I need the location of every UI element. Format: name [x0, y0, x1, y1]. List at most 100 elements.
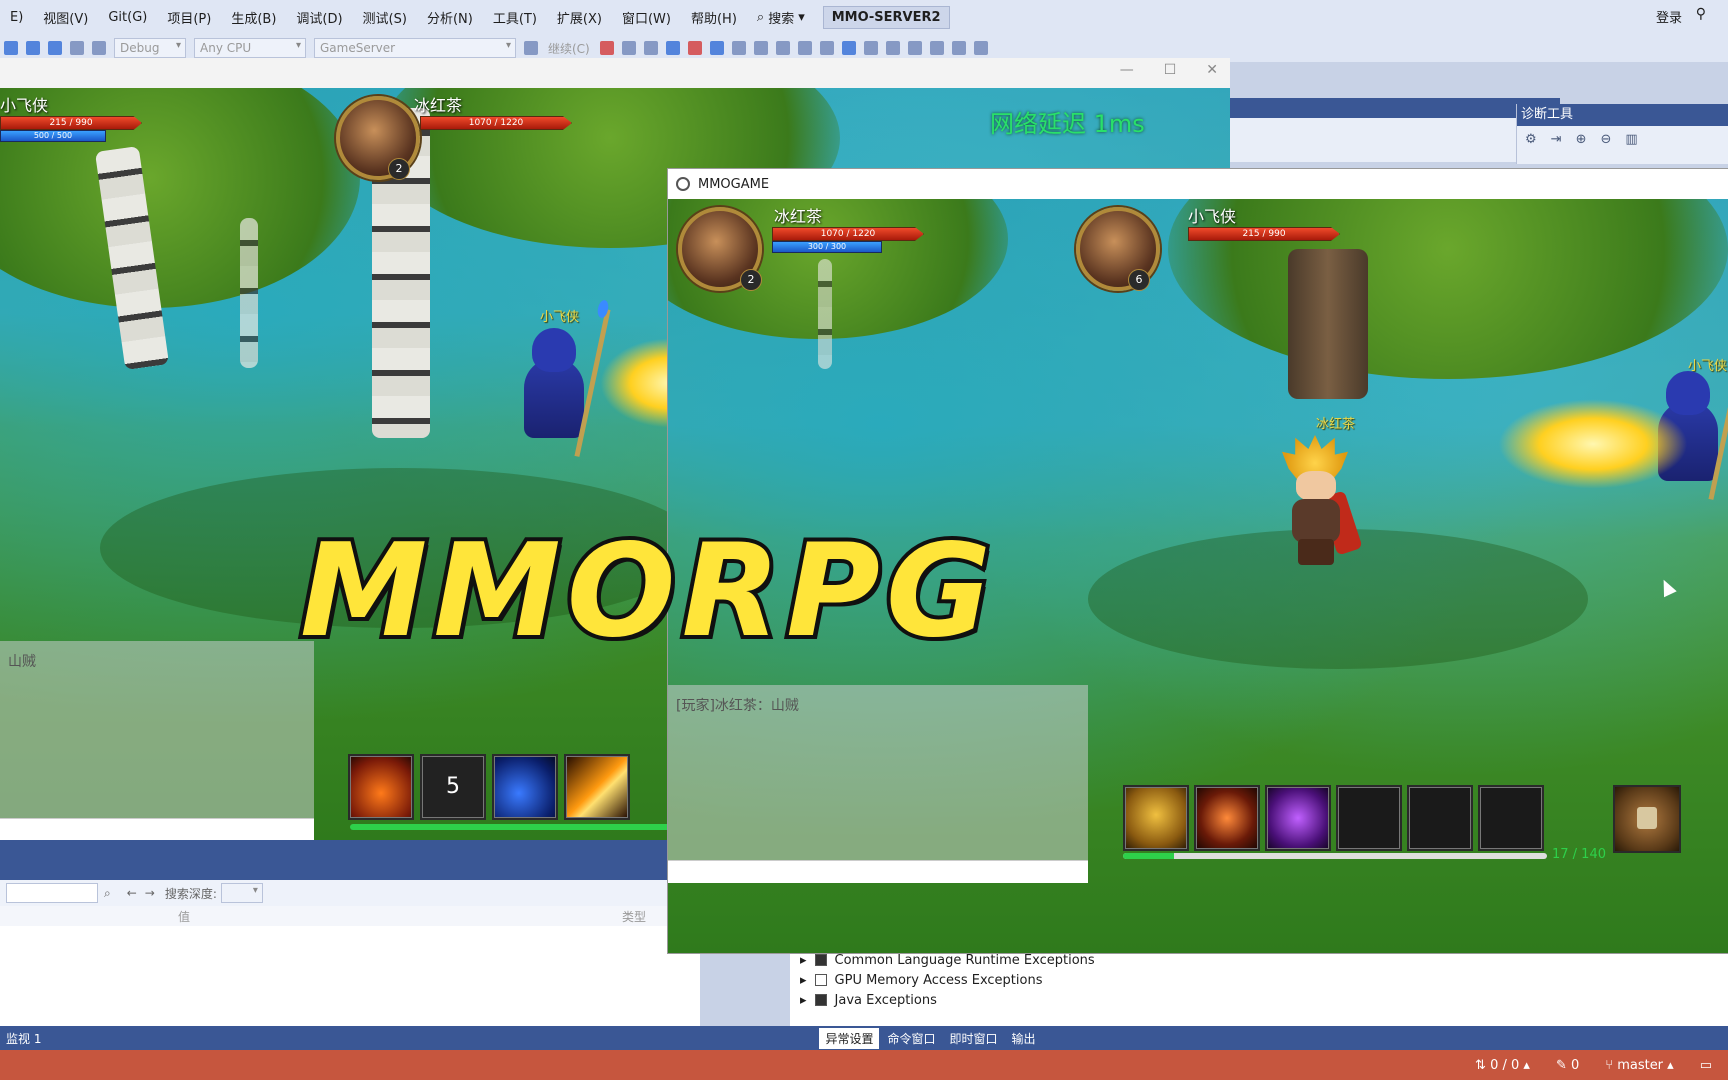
solution-explorer-strip — [1230, 98, 1560, 162]
zoom-in-icon[interactable]: ⊕ — [1576, 132, 1587, 147]
step-out-icon[interactable] — [775, 41, 790, 55]
search-button[interactable]: ⌕ 搜索 ▾ — [747, 8, 815, 27]
pending-edits[interactable]: ✎ 0 — [1556, 1058, 1579, 1073]
pause-icon[interactable] — [665, 41, 680, 55]
menu-item-tools[interactable]: 工具(T) — [483, 8, 547, 27]
step-into-icon[interactable] — [753, 41, 768, 55]
skill-slot-5[interactable] — [1407, 785, 1473, 851]
back-arrow-icon[interactable]: ← — [127, 886, 137, 900]
list-item[interactable]: ▸ Java Exceptions — [790, 990, 1728, 1010]
zoom-out-icon[interactable]: ⊖ — [1600, 132, 1611, 147]
menu-item-view[interactable]: 视图(V) — [33, 8, 98, 27]
chat-box[interactable]: [玩家]冰红茶：山贼 — [668, 685, 1088, 883]
skill-slot-2[interactable] — [1194, 785, 1260, 851]
birch-trunk — [240, 218, 258, 368]
skill-slot-1[interactable] — [1123, 785, 1189, 851]
menu-item-window[interactable]: 窗口(W) — [612, 8, 681, 27]
platform-select[interactable]: Any CPU — [194, 38, 306, 58]
target-hp-bar: 1070 / 1220 — [420, 116, 572, 130]
comment-icon[interactable] — [907, 41, 922, 55]
bookmark-icon[interactable] — [929, 41, 944, 55]
expand-icon[interactable]: ▸ — [800, 973, 807, 988]
bookmark-prev-icon[interactable] — [951, 41, 966, 55]
skill-slot-2[interactable]: 5 — [420, 754, 486, 820]
chat-message: [玩家]冰红茶：山贼 — [676, 698, 799, 714]
bag-button[interactable] — [1613, 785, 1681, 853]
unity-app-icon — [676, 177, 690, 191]
continue-icon[interactable] — [524, 41, 538, 55]
menu-item-analyze[interactable]: 分析(N) — [417, 8, 483, 27]
tab-output[interactable]: 输出 — [1006, 1028, 1042, 1049]
save-all-icon[interactable] — [48, 41, 62, 55]
bookmark-next-icon[interactable] — [973, 41, 988, 55]
expand-icon[interactable]: ▸ — [800, 953, 807, 968]
menu-item-help[interactable]: 帮助(H) — [681, 8, 747, 27]
restart-icon[interactable] — [709, 41, 724, 55]
maximize-icon[interactable]: ☐ — [1164, 62, 1177, 78]
menu-item-project[interactable]: 项目(P) — [157, 8, 221, 27]
character-name-label: 冰红茶 — [1316, 417, 1356, 432]
col-header-value: 值 — [178, 910, 191, 924]
checkbox[interactable] — [814, 954, 827, 966]
menu-item-build[interactable]: 生成(B) — [221, 8, 286, 27]
startup-project-select[interactable]: GameServer — [314, 38, 516, 58]
continue-button[interactable]: 继续(C) — [548, 40, 590, 57]
watch-search-input[interactable] — [6, 883, 98, 903]
minimize-icon[interactable]: — — [1120, 62, 1134, 78]
window-icon[interactable] — [643, 41, 658, 55]
stop-icon[interactable] — [687, 41, 702, 55]
search-depth-select[interactable] — [220, 883, 263, 903]
skill-slot-3[interactable] — [1265, 785, 1331, 851]
solution-name-badge: MMO-SERVER2 — [822, 5, 950, 29]
skill-slot-1[interactable] — [348, 754, 414, 820]
tab-immediate-window[interactable]: 即时窗口 — [943, 1028, 1003, 1049]
export-icon[interactable]: ⇥ — [1551, 132, 1562, 147]
menu-item-extensions[interactable]: 扩展(X) — [547, 8, 612, 27]
game-window-1-titlebar[interactable]: — ☐ ✕ — [0, 58, 1230, 88]
tab-exception-settings[interactable]: 异常设置 — [819, 1027, 880, 1049]
branch-selector[interactable]: ⑂ master ▴ — [1605, 1058, 1673, 1073]
chat-input[interactable] — [0, 818, 314, 840]
exp-bar — [350, 824, 670, 830]
notifications-icon[interactable]: ▭ — [1700, 1058, 1712, 1073]
menu-item-debug[interactable]: 调试(D) — [286, 8, 352, 27]
save-icon[interactable] — [26, 41, 40, 55]
hex-icon[interactable] — [797, 41, 812, 55]
hp-bar: 215 / 990 — [0, 116, 142, 130]
login-link[interactable]: 登录 — [1656, 7, 1682, 26]
chat-box[interactable]: 山贼 — [0, 641, 314, 840]
pointer-icon[interactable] — [841, 41, 856, 55]
col-header-type: 类型 — [622, 910, 647, 924]
redo-icon[interactable] — [92, 41, 106, 55]
checkbox[interactable] — [814, 994, 827, 1006]
columns-icon[interactable] — [863, 41, 878, 55]
menu-item-git[interactable]: Git(G) — [98, 10, 157, 25]
skill-slot-3[interactable] — [492, 754, 558, 820]
menu-item-test[interactable]: 测试(S) — [353, 8, 417, 27]
game-window-2-titlebar[interactable]: MMOGAME — [668, 169, 1728, 199]
skill-slot-4[interactable] — [564, 754, 630, 820]
skill-slot-6[interactable] — [1478, 785, 1544, 851]
checkbox[interactable] — [814, 974, 827, 986]
new-file-icon[interactable] — [4, 41, 18, 55]
list-item[interactable]: ▸ GPU Memory Access Exceptions — [790, 970, 1728, 990]
forward-arrow-icon[interactable]: → — [145, 886, 155, 900]
tab-watch-1[interactable]: 监视 1 — [0, 1028, 47, 1049]
indent-icon[interactable] — [885, 41, 900, 55]
spell-icon[interactable] — [819, 41, 834, 55]
feedback-icon[interactable]: ⚲ — [1696, 6, 1706, 22]
git-sync-status[interactable]: ⇅ 0 / 0 ▴ — [1475, 1058, 1530, 1073]
undo-icon[interactable] — [70, 41, 84, 55]
chart-icon[interactable]: ▥ — [1625, 132, 1637, 147]
chat-input[interactable] — [668, 860, 1088, 883]
expand-icon[interactable]: ▸ — [800, 993, 807, 1008]
tab-command-window[interactable]: 命令窗口 — [881, 1028, 941, 1049]
close-icon[interactable]: ✕ — [1206, 62, 1218, 78]
hot-reload-icon[interactable] — [599, 41, 614, 55]
gear-icon[interactable]: ⚙ — [1525, 132, 1537, 147]
folder-icon[interactable] — [621, 41, 636, 55]
step-over-icon[interactable] — [731, 41, 746, 55]
config-select[interactable]: Debug — [114, 38, 186, 58]
skill-slot-4[interactable] — [1336, 785, 1402, 851]
menu-item-edit[interactable]: E) — [0, 10, 33, 25]
